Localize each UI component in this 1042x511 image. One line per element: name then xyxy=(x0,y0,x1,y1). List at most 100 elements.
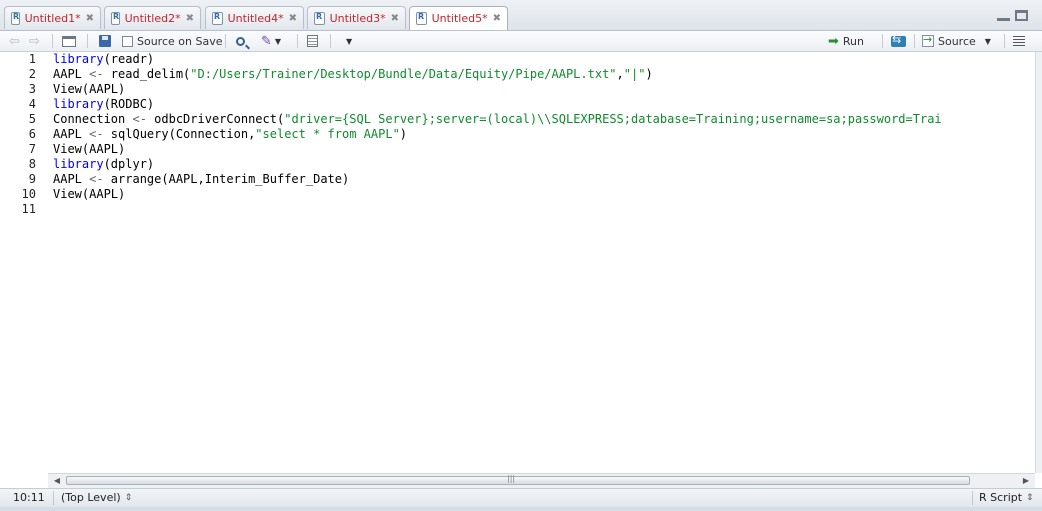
arrow-left-icon: ⇦ xyxy=(9,33,20,49)
code-text: ) xyxy=(399,127,408,141)
close-icon[interactable]: ✖ xyxy=(289,13,297,24)
code-line[interactable]: Connection <- odbcDriverConnect("driver=… xyxy=(53,112,942,127)
toolbar-divider xyxy=(330,34,331,48)
code-line[interactable]: library(dplyr) xyxy=(53,157,154,172)
line-number: 10 xyxy=(21,187,36,201)
tab-untitled3[interactable]: Untitled3* ✖ xyxy=(307,6,406,29)
scope-label: (Top Level) xyxy=(61,491,121,504)
tab-untitled4[interactable]: Untitled4* ✖ xyxy=(205,6,304,29)
toolbar-divider xyxy=(914,34,915,48)
code-text: read_delim( xyxy=(103,67,191,81)
code-text: , xyxy=(616,67,624,81)
code-editor[interactable]: library(readr) AAPL <- read_delim("D:/Use… xyxy=(48,52,1035,473)
code-keyword: library xyxy=(53,157,104,171)
document-outline-button[interactable] xyxy=(1013,33,1025,49)
more-options-button[interactable]: ▼ xyxy=(343,33,352,49)
r-file-icon xyxy=(111,11,120,25)
close-icon[interactable]: ✖ xyxy=(391,13,399,24)
file-type-selector[interactable]: R Script ⇕ xyxy=(979,491,1034,504)
toolbar-divider xyxy=(52,34,53,48)
scope-selector[interactable]: (Top Level) ⇕ xyxy=(61,491,132,504)
code-line[interactable]: AAPL <- read_delim("D:/Users/Trainer/Des… xyxy=(53,67,653,82)
up-down-icon: ⇕ xyxy=(1026,492,1034,503)
r-file-icon xyxy=(212,11,223,25)
search-icon xyxy=(236,36,245,46)
back-button[interactable]: ⇦ xyxy=(9,33,20,49)
line-number: 4 xyxy=(28,97,36,111)
toolbar-divider xyxy=(225,34,226,48)
code-line[interactable]: View(AAPL) xyxy=(53,142,125,157)
source-on-save-label: Source on Save xyxy=(137,34,223,48)
rerun-icon xyxy=(891,33,906,47)
code-text: (dplyr) xyxy=(103,157,155,171)
chevron-down-icon: ▼ xyxy=(346,36,353,46)
status-divider xyxy=(972,491,973,505)
status-bar: 10:11 (Top Level) ⇕ R Script ⇕ xyxy=(0,488,1042,508)
code-text: AAPL xyxy=(53,172,90,186)
cursor-position: 10:11 xyxy=(13,491,45,504)
line-number: 1 xyxy=(28,52,36,66)
horizontal-scrollbar[interactable]: ◀ ▶ xyxy=(48,473,1035,488)
tab-untitled2[interactable]: Untitled2* ✖ xyxy=(104,6,201,29)
code-text: (readr) xyxy=(103,52,155,66)
tab-label: Untitled4* xyxy=(227,11,284,25)
line-number: 9 xyxy=(28,172,36,186)
scrollbar-thumb[interactable] xyxy=(66,474,970,485)
code-string: "D:/Users/Trainer/Desktop/Bundle/Data/Eq… xyxy=(190,67,617,81)
up-down-icon: ⇕ xyxy=(124,492,133,503)
file-type-label: R Script xyxy=(979,491,1023,504)
popout-window-icon xyxy=(62,35,76,47)
source-on-save-toggle[interactable]: Source on Save xyxy=(122,33,222,49)
tab-label: Untitled1* xyxy=(24,11,81,25)
r-file-icon xyxy=(314,11,325,25)
close-icon[interactable]: ✖ xyxy=(493,13,501,24)
source-button[interactable]: Source ▼ xyxy=(922,33,991,49)
status-divider xyxy=(53,491,54,505)
toolbar-divider xyxy=(882,34,883,48)
code-line[interactable]: library(RODBC) xyxy=(53,97,154,112)
tab-untitled1[interactable]: Untitled1* ✖ xyxy=(4,6,101,29)
notebook-icon xyxy=(307,35,318,47)
code-text: Connection xyxy=(53,112,133,126)
code-line[interactable]: AAPL <- sqlQuery(Connection,"select * fr… xyxy=(53,127,407,142)
code-tools-button[interactable]: ✎ ▼ xyxy=(261,33,281,49)
find-replace-button[interactable] xyxy=(236,33,245,49)
code-operator: <- xyxy=(89,67,104,81)
code-line[interactable]: View(AAPL) xyxy=(53,82,125,97)
code-keyword: library xyxy=(53,52,104,66)
chevron-down-icon[interactable]: ▼ xyxy=(985,37,991,46)
vertical-scrollbar[interactable] xyxy=(1035,52,1042,473)
run-button[interactable]: ➡ Run xyxy=(828,33,864,49)
code-text: (RODBC) xyxy=(103,97,155,111)
scroll-right-icon[interactable]: ▶ xyxy=(1019,475,1033,487)
run-label: Run xyxy=(842,34,864,48)
run-arrow-icon: ➡ xyxy=(828,33,839,49)
save-button[interactable] xyxy=(99,33,111,49)
compile-report-button[interactable] xyxy=(307,33,318,49)
scroll-left-icon[interactable]: ◀ xyxy=(50,475,64,487)
code-operator: <- xyxy=(89,127,104,141)
editor-toolbar: ⇦ ⇨ Source on Save ✎ ▼ ▼ ➡ Run Source ▼ xyxy=(0,31,1042,52)
show-in-window-button[interactable] xyxy=(62,33,76,49)
code-line[interactable]: library(readr) xyxy=(53,52,154,67)
code-line[interactable]: View(AAPL) xyxy=(53,187,125,202)
tab-untitled5[interactable]: Untitled5* ✖ xyxy=(409,6,508,30)
code-text: odbcDriverConnect( xyxy=(146,112,285,126)
close-icon[interactable]: ✖ xyxy=(86,13,94,24)
pane-bottom-border xyxy=(0,507,1042,511)
r-file-icon xyxy=(416,12,427,25)
code-line[interactable]: AAPL <- arrange(AAPL,Interim_Buffer_Date… xyxy=(53,172,349,187)
source-on-save-checkbox[interactable] xyxy=(122,35,133,47)
forward-button[interactable]: ⇨ xyxy=(29,33,40,49)
code-operator: <- xyxy=(89,172,104,186)
minimize-pane-icon[interactable] xyxy=(997,10,1010,21)
chevron-down-icon: ▼ xyxy=(274,36,282,46)
line-number: 3 xyxy=(28,82,36,96)
maximize-pane-icon[interactable] xyxy=(1015,10,1028,21)
arrow-right-icon: ⇨ xyxy=(29,33,40,49)
rerun-button[interactable] xyxy=(891,33,906,49)
code-text: arrange(AAPL,Interim_Buffer_Date) xyxy=(103,172,350,186)
line-number: 8 xyxy=(28,157,36,171)
toolbar-divider xyxy=(1004,34,1005,48)
close-icon[interactable]: ✖ xyxy=(186,13,194,24)
